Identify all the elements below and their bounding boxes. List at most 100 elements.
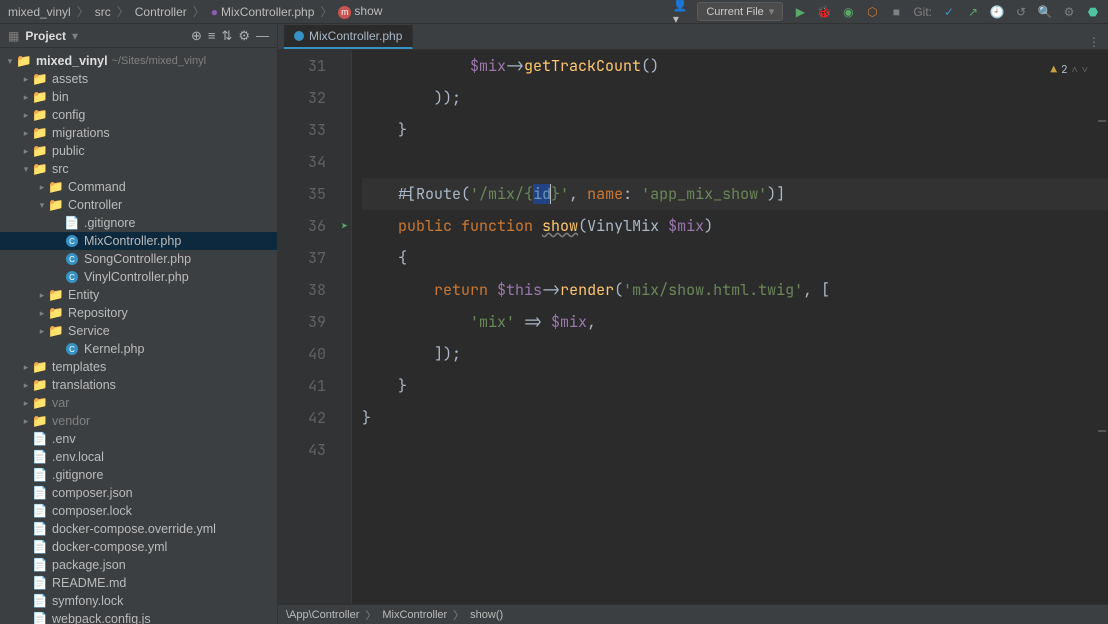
- tab-more-icon[interactable]: ⋮: [1080, 35, 1108, 49]
- tree-item[interactable]: 📄composer.json: [0, 484, 277, 502]
- error-stripe[interactable]: [1096, 50, 1108, 604]
- code-line[interactable]: {: [362, 242, 1108, 274]
- tree-item[interactable]: 📄symfony.lock: [0, 592, 277, 610]
- tree-arrow-icon[interactable]: ▸: [36, 182, 48, 193]
- tree-item[interactable]: ▸📁migrations: [0, 124, 277, 142]
- history-icon[interactable]: 🕘: [990, 5, 1004, 19]
- tree-item[interactable]: ▸📁translations: [0, 376, 277, 394]
- code-line[interactable]: #[Route('/mix/{id}', name: 'app_mix_show…: [362, 178, 1108, 210]
- tree-item[interactable]: ▸📁var: [0, 394, 277, 412]
- prev-problem-icon[interactable]: ˄: [1072, 54, 1078, 86]
- tree-arrow-icon[interactable]: ▸: [20, 92, 32, 103]
- tree-item[interactable]: ▸📁Command: [0, 178, 277, 196]
- tree-item[interactable]: 📄docker-compose.yml: [0, 538, 277, 556]
- run-config-selector[interactable]: Current File▾: [697, 2, 783, 21]
- tree-item[interactable]: ▾📁src: [0, 160, 277, 178]
- tree-arrow-icon[interactable]: ▸: [36, 290, 48, 301]
- code-line[interactable]: ));: [362, 82, 1108, 114]
- select-opened-icon[interactable]: ⊕: [191, 28, 202, 44]
- tree-item[interactable]: ▸📁vendor: [0, 412, 277, 430]
- debug-icon[interactable]: 🐞: [817, 5, 831, 19]
- code-area[interactable]: 31323334353637383940414243 ➤ ▲ 2 ˄ ˅ $mi…: [278, 50, 1108, 604]
- crumb-src[interactable]: src: [95, 5, 111, 19]
- tree-item[interactable]: 📄composer.lock: [0, 502, 277, 520]
- tree-item[interactable]: ▾📁Controller: [0, 196, 277, 214]
- tree-label: config: [52, 108, 85, 122]
- tree-arrow-icon[interactable]: ▸: [20, 416, 32, 427]
- breadcrumb-fn[interactable]: show(): [470, 609, 503, 621]
- settings-icon[interactable]: ⚙: [1062, 5, 1076, 19]
- tree-root[interactable]: ▾ 📁 mixed_vinyl ~/Sites/mixed_vinyl: [0, 52, 277, 70]
- tree-item[interactable]: ▸📁templates: [0, 358, 277, 376]
- inspection-badge[interactable]: ▲ 2 ˄ ˅: [1050, 54, 1088, 86]
- rollback-icon[interactable]: ↺: [1014, 5, 1028, 19]
- profile-icon[interactable]: ⬡: [865, 5, 879, 19]
- tree-arrow-icon[interactable]: ▸: [20, 110, 32, 121]
- gutter-action-icon[interactable]: ➤: [341, 210, 348, 242]
- tree-item[interactable]: CSongController.php: [0, 250, 277, 268]
- tree-arrow-icon[interactable]: ▸: [20, 398, 32, 409]
- tree-item[interactable]: ▸📁Service: [0, 322, 277, 340]
- tree-arrow-icon[interactable]: ▸: [20, 128, 32, 139]
- project-name[interactable]: mixed_vinyl: [8, 5, 71, 19]
- code-line[interactable]: }: [362, 114, 1108, 146]
- user-icon[interactable]: 👤▾: [673, 5, 687, 19]
- code-line[interactable]: public function show(VinylMix $mix): [362, 210, 1108, 242]
- code-line[interactable]: return $this->render('mix/show.html.twig…: [362, 274, 1108, 306]
- tree-item[interactable]: 📄package.json: [0, 556, 277, 574]
- code-line[interactable]: }: [362, 402, 1108, 434]
- tree-arrow-icon[interactable]: ▸: [20, 380, 32, 391]
- code-line[interactable]: $mix->getTrackCount(): [362, 50, 1108, 82]
- tree-item[interactable]: 📄.gitignore: [0, 466, 277, 484]
- tree-item[interactable]: 📄README.md: [0, 574, 277, 592]
- search-icon[interactable]: 🔍: [1038, 5, 1052, 19]
- tree-arrow-icon[interactable]: ▸: [20, 362, 32, 373]
- code-content[interactable]: ▲ 2 ˄ ˅ $mix->getTrackCount() )); } #[Ro…: [352, 50, 1108, 604]
- run-icon[interactable]: ▶: [793, 5, 807, 19]
- tree-item[interactable]: ▸📁Entity: [0, 286, 277, 304]
- project-view-icon[interactable]: ▦: [8, 29, 19, 43]
- code-line[interactable]: [362, 434, 1108, 466]
- tree-item[interactable]: 📄webpack.config.js: [0, 610, 277, 624]
- sidebar-title[interactable]: Project: [25, 29, 66, 43]
- tree-label: bin: [52, 90, 69, 104]
- coverage-icon[interactable]: ◉: [841, 5, 855, 19]
- tree-item[interactable]: CVinylController.php: [0, 268, 277, 286]
- tree-arrow-icon[interactable]: ▾: [20, 164, 32, 175]
- gear-icon[interactable]: ⚙: [238, 28, 250, 44]
- tree-arrow-icon[interactable]: ▾: [36, 200, 48, 211]
- tree-arrow-icon[interactable]: ▸: [36, 326, 48, 337]
- code-line[interactable]: [362, 146, 1108, 178]
- breadcrumb-ns[interactable]: \App\Controller: [286, 609, 359, 621]
- tree-item[interactable]: CMixController.php: [0, 232, 277, 250]
- git-update-icon[interactable]: ✓: [942, 5, 956, 19]
- tree-item[interactable]: ▸📁bin: [0, 88, 277, 106]
- tree-item[interactable]: 📄docker-compose.override.yml: [0, 520, 277, 538]
- next-problem-icon[interactable]: ˅: [1082, 54, 1088, 86]
- tree-item[interactable]: ▸📁Repository: [0, 304, 277, 322]
- code-line[interactable]: }: [362, 370, 1108, 402]
- hide-icon[interactable]: —: [256, 28, 269, 43]
- shield-icon[interactable]: ⬣: [1086, 5, 1100, 19]
- tree-item[interactable]: ▸📁assets: [0, 70, 277, 88]
- tree-item[interactable]: 📄.env: [0, 430, 277, 448]
- crumb-file[interactable]: ●MixController.php: [211, 5, 315, 19]
- breadcrumb-class[interactable]: MixController: [382, 609, 447, 621]
- tree-item[interactable]: CKernel.php: [0, 340, 277, 358]
- tree-arrow-icon[interactable]: ▸: [20, 74, 32, 85]
- tree-item[interactable]: ▸📁public: [0, 142, 277, 160]
- tree-item[interactable]: 📄.env.local: [0, 448, 277, 466]
- expand-all-icon[interactable]: ≡: [208, 28, 216, 43]
- tree-arrow-icon[interactable]: ▸: [20, 146, 32, 157]
- code-line[interactable]: 'mix' => $mix,: [362, 306, 1108, 338]
- crumb-method[interactable]: mshow: [338, 4, 382, 19]
- tree-item[interactable]: ▸📁config: [0, 106, 277, 124]
- crumb-controller[interactable]: Controller: [135, 5, 187, 19]
- collapse-all-icon[interactable]: ⇅: [221, 28, 232, 44]
- project-tree[interactable]: ▾ 📁 mixed_vinyl ~/Sites/mixed_vinyl ▸📁as…: [0, 48, 277, 624]
- tree-arrow-icon[interactable]: ▸: [36, 308, 48, 319]
- git-push-icon[interactable]: ↗: [966, 5, 980, 19]
- editor-tab[interactable]: MixController.php: [284, 25, 413, 49]
- code-line[interactable]: ]);: [362, 338, 1108, 370]
- tree-item[interactable]: 📄.gitignore: [0, 214, 277, 232]
